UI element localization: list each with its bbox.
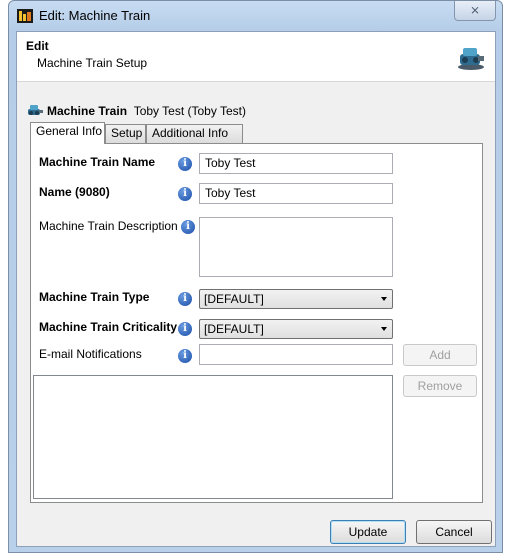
machine-train-icon	[458, 48, 484, 70]
type-label: Machine Train Type	[39, 290, 150, 304]
dialog-content: Edit Machine Train Setup Machine Train T…	[16, 31, 496, 547]
tab-setup[interactable]: Setup	[105, 124, 146, 143]
chevron-down-icon	[381, 327, 387, 331]
machine-train-value: Toby Test (Toby Test)	[133, 104, 246, 118]
machine-train-label: Machine Train	[47, 104, 128, 118]
type-select[interactable]: [DEFAULT]	[199, 289, 393, 309]
window-title: Edit: Machine Train	[39, 8, 151, 23]
name-label: Machine Train Name	[39, 155, 156, 169]
dialog-window: Edit: Machine Train ⨯ Edit Machine Train…	[8, 0, 503, 553]
dialog-header: Edit Machine Train Setup	[17, 32, 495, 82]
criticality-label: Machine Train Criticality	[39, 320, 178, 334]
name9080-input[interactable]: Toby Test	[199, 183, 393, 204]
machine-train-small-icon	[28, 105, 43, 115]
info-icon[interactable]: i	[178, 187, 192, 201]
info-icon[interactable]: i	[178, 292, 192, 306]
add-button[interactable]: Add	[403, 344, 477, 366]
machine-train-line: Machine Train Toby Test (Toby Test)	[27, 104, 246, 118]
info-icon[interactable]: i	[178, 322, 192, 336]
description-label: Machine Train Description	[39, 219, 178, 233]
close-icon: ⨯	[469, 3, 481, 17]
tab-additional-info[interactable]: Additional Info	[146, 124, 243, 143]
type-select-value: [DEFAULT]	[204, 292, 264, 306]
name9080-label: Name (9080)	[39, 185, 110, 199]
email-label: E-mail Notifications	[39, 347, 142, 361]
info-icon[interactable]: i	[178, 157, 192, 171]
info-icon[interactable]: i	[178, 349, 192, 363]
app-icon	[17, 9, 33, 23]
email-list[interactable]	[33, 375, 393, 499]
tab-general-info[interactable]: General Info	[30, 122, 105, 144]
remove-button[interactable]: Remove	[403, 375, 477, 397]
info-icon[interactable]: i	[181, 220, 195, 234]
email-input[interactable]	[199, 344, 393, 365]
update-button[interactable]: Update	[330, 520, 406, 544]
chevron-down-icon	[381, 297, 387, 301]
description-textarea[interactable]	[199, 217, 393, 277]
title-bar[interactable]: Edit: Machine Train ⨯	[9, 1, 502, 31]
criticality-select[interactable]: [DEFAULT]	[199, 319, 393, 339]
general-info-panel: Machine Train Name i Toby Test Name (908…	[30, 143, 483, 503]
criticality-select-value: [DEFAULT]	[204, 322, 264, 336]
close-button[interactable]: ⨯	[454, 1, 496, 21]
header-subtitle: Machine Train Setup	[37, 56, 148, 70]
cancel-button[interactable]: Cancel	[416, 520, 492, 544]
machine-train-name-input[interactable]: Toby Test	[199, 153, 393, 174]
header-title: Edit	[26, 39, 49, 53]
